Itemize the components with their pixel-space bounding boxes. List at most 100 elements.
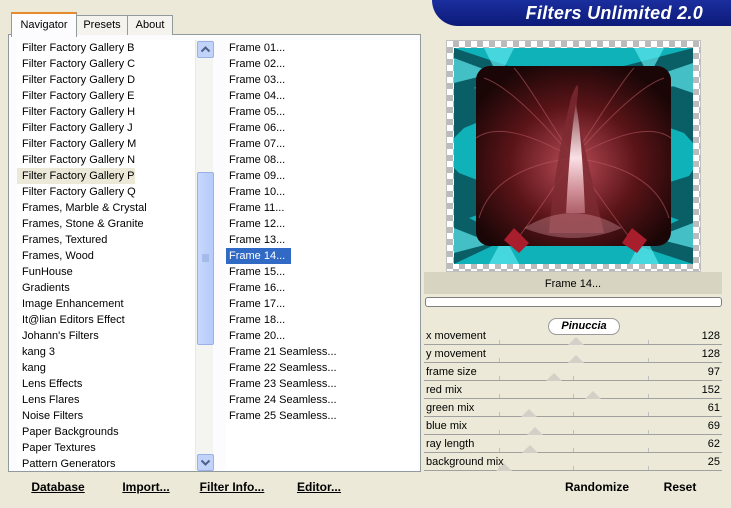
param-slider[interactable]: red mix 152 [424,382,722,400]
slider-track [424,452,722,453]
slider-thumb[interactable] [521,409,538,417]
filter-item[interactable]: Frame 09... [226,168,285,184]
filter-item[interactable]: Frame 11... [226,200,284,216]
param-slider[interactable]: blue mix 69 [424,418,722,436]
category-item[interactable]: Paper Backgrounds [17,424,197,440]
category-item[interactable]: Filter Factory Gallery J [17,120,197,136]
slider-tick [573,412,574,416]
param-label: x movement [426,330,486,342]
editor-button[interactable]: Editor... [293,478,345,496]
category-item[interactable]: Frames, Stone & Granite [17,216,197,232]
tab-about[interactable]: About [127,15,173,35]
filter-item[interactable]: Frame 08... [226,152,285,168]
filter-item[interactable]: Frame 22 Seamless... [226,360,337,376]
filter-item[interactable]: Frame 02... [226,56,285,72]
filter-info-button[interactable]: Filter Info... [196,478,268,496]
category-item[interactable]: Filter Factory Gallery C [17,56,197,72]
slider-tick [498,376,500,380]
filter-item[interactable]: Frame 12... [226,216,285,232]
slider-tick [647,376,649,380]
tab-navigator[interactable]: Navigator [11,12,77,37]
slider-thumb[interactable] [521,445,538,453]
filter-item[interactable]: Frame 15... [226,264,285,280]
category-scrollbar[interactable] [195,40,214,471]
param-slider[interactable]: green mix 61 [424,400,722,418]
progress-bar [425,297,722,307]
reset-button[interactable]: Reset [654,478,706,496]
slider-tick [647,430,649,434]
filter-item[interactable]: Frame 04... [226,88,285,104]
param-slider[interactable]: ray length 62 [424,436,722,454]
category-item[interactable]: Filter Factory Gallery N [17,152,197,168]
scroll-thumb[interactable] [197,172,214,345]
import-button[interactable]: Import... [116,478,176,496]
category-item[interactable]: Filter Factory Gallery P [17,168,135,184]
category-item[interactable]: Frames, Textured [17,232,197,248]
database-button[interactable]: Database [24,478,92,496]
category-item[interactable]: Frames, Marble & Crystal [17,200,197,216]
filter-item[interactable]: Frame 14... [226,248,291,264]
filter-item[interactable]: Frame 13... [226,232,285,248]
filter-item[interactable]: Frame 03... [226,72,285,88]
slider-thumb[interactable] [568,355,585,363]
filter-item[interactable]: Frame 10... [226,184,285,200]
category-item[interactable]: Image Enhancement [17,296,197,312]
randomize-button[interactable]: Randomize [559,478,635,496]
filter-item[interactable]: Frame 25 Seamless... [226,408,337,424]
category-item[interactable]: Filter Factory Gallery D [17,72,197,88]
filter-item[interactable]: Frame 18... [226,312,285,328]
slider-track [424,380,722,381]
filter-item[interactable]: Frame 21 Seamless... [226,344,337,360]
category-item[interactable]: Filter Factory Gallery Q [17,184,197,200]
filter-item[interactable]: Frame 23 Seamless... [226,376,337,392]
param-slider[interactable]: frame size 97 [424,364,722,382]
category-item[interactable]: kang 3 [17,344,197,360]
category-item[interactable]: Filter Factory Gallery H [17,104,197,120]
param-slider[interactable]: y movement 128 [424,346,722,364]
slider-thumb[interactable] [546,373,563,381]
category-item[interactable]: Gradients [17,280,197,296]
category-item[interactable]: kang [17,360,197,376]
filter-item[interactable]: Frame 24 Seamless... [226,392,337,408]
filter-name-label: Frame 14... [544,278,602,290]
filter-item[interactable]: Frame 20... [226,328,285,344]
slider-thumb[interactable] [568,337,585,345]
category-item[interactable]: Lens Effects [17,376,197,392]
category-item[interactable]: Paper Textures [17,440,197,456]
category-item[interactable]: Filter Factory Gallery B [17,40,197,56]
filter-name-bar: Frame 14... [424,272,722,294]
category-item[interactable]: Lens Flares [17,392,197,408]
tab-presets[interactable]: Presets [76,15,128,35]
filter-item[interactable]: Frame 05... [226,104,285,120]
slider-tick [498,448,500,452]
category-item[interactable]: FunHouse [17,264,197,280]
slider-thumb[interactable] [585,391,602,399]
scroll-up-button[interactable] [197,41,214,58]
param-slider[interactable]: x movement 128 [424,328,722,346]
app-title: Filters Unlimited 2.0 [525,3,703,23]
filter-item[interactable]: Frame 07... [226,136,285,152]
filter-item[interactable]: Frame 06... [226,120,285,136]
category-item[interactable]: Filter Factory Gallery M [17,136,197,152]
slider-tick [647,340,649,344]
filter-item[interactable]: Frame 01... [226,40,285,56]
category-item[interactable]: Filter Factory Gallery E [17,88,197,104]
slider-tick [573,448,574,452]
slider-tick [573,394,574,398]
filter-list[interactable]: Frame 01... Frame 02... Frame 03... Frame 0… [226,40,418,470]
param-value: 61 [707,402,720,414]
category-item[interactable]: It@lian Editors Effect [17,312,197,328]
category-list[interactable]: Filter Factory Gallery B Filter Factory G… [17,40,195,470]
slider-tick [498,340,500,344]
category-item[interactable]: Pattern Generators [17,456,197,472]
filter-item[interactable]: Frame 16... [226,280,285,296]
category-item[interactable]: Frames, Wood [17,248,197,264]
preview-pane [446,40,701,272]
scroll-down-button[interactable] [197,454,214,471]
filter-item[interactable]: Frame 17... [226,296,285,312]
slider-thumb[interactable] [526,427,543,435]
category-item[interactable]: Noise Filters [17,408,197,424]
slider-tick [647,412,649,416]
param-slider[interactable]: background mix 25 [424,454,722,472]
category-item[interactable]: Johann's Filters [17,328,197,344]
